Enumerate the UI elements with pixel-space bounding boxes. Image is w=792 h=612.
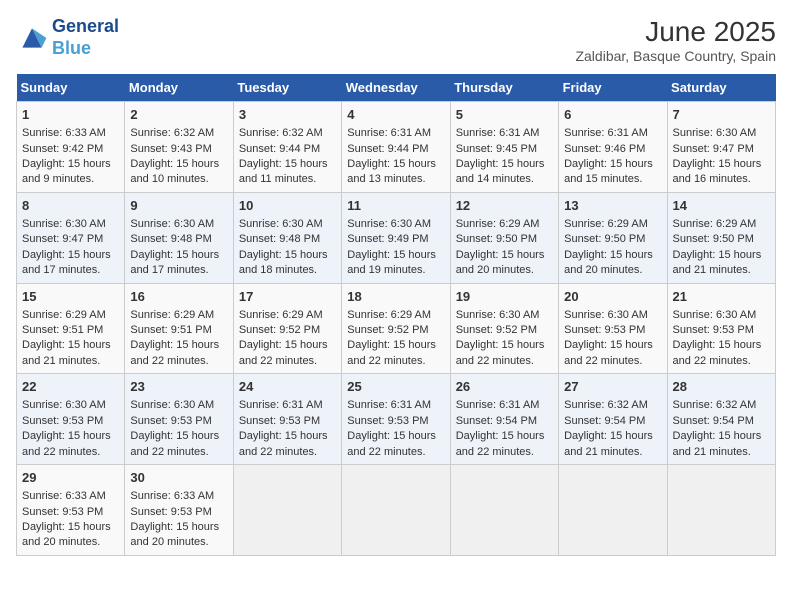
calendar-cell: 28Sunrise: 6:32 AMSunset: 9:54 PMDayligh… (667, 374, 775, 465)
calendar-cell: 1Sunrise: 6:33 AMSunset: 9:42 PMDaylight… (17, 102, 125, 193)
day-number: 13 (564, 197, 661, 215)
calendar-cell: 8Sunrise: 6:30 AMSunset: 9:47 PMDaylight… (17, 192, 125, 283)
calendar-cell: 19Sunrise: 6:30 AMSunset: 9:52 PMDayligh… (450, 283, 558, 374)
day-number: 7 (673, 106, 770, 124)
calendar-week-5: 29Sunrise: 6:33 AMSunset: 9:53 PMDayligh… (17, 465, 776, 556)
header-cell-sunday: Sunday (17, 74, 125, 102)
day-number: 19 (456, 288, 553, 306)
calendar-cell: 6Sunrise: 6:31 AMSunset: 9:46 PMDaylight… (559, 102, 667, 193)
header-cell-tuesday: Tuesday (233, 74, 341, 102)
day-number: 2 (130, 106, 227, 124)
calendar-cell: 30Sunrise: 6:33 AMSunset: 9:53 PMDayligh… (125, 465, 233, 556)
header-row: SundayMondayTuesdayWednesdayThursdayFrid… (17, 74, 776, 102)
calendar-week-1: 1Sunrise: 6:33 AMSunset: 9:42 PMDaylight… (17, 102, 776, 193)
calendar-cell: 7Sunrise: 6:30 AMSunset: 9:47 PMDaylight… (667, 102, 775, 193)
calendar-cell: 13Sunrise: 6:29 AMSunset: 9:50 PMDayligh… (559, 192, 667, 283)
header-cell-monday: Monday (125, 74, 233, 102)
day-number: 28 (673, 378, 770, 396)
calendar-table: SundayMondayTuesdayWednesdayThursdayFrid… (16, 74, 776, 556)
day-number: 27 (564, 378, 661, 396)
calendar-cell: 2Sunrise: 6:32 AMSunset: 9:43 PMDaylight… (125, 102, 233, 193)
subtitle: Zaldibar, Basque Country, Spain (575, 48, 776, 64)
day-number: 23 (130, 378, 227, 396)
calendar-cell (559, 465, 667, 556)
day-number: 14 (673, 197, 770, 215)
calendar-cell: 25Sunrise: 6:31 AMSunset: 9:53 PMDayligh… (342, 374, 450, 465)
day-number: 26 (456, 378, 553, 396)
day-number: 21 (673, 288, 770, 306)
calendar-cell: 18Sunrise: 6:29 AMSunset: 9:52 PMDayligh… (342, 283, 450, 374)
calendar-cell: 23Sunrise: 6:30 AMSunset: 9:53 PMDayligh… (125, 374, 233, 465)
day-number: 6 (564, 106, 661, 124)
calendar-cell: 15Sunrise: 6:29 AMSunset: 9:51 PMDayligh… (17, 283, 125, 374)
header-cell-friday: Friday (559, 74, 667, 102)
day-number: 10 (239, 197, 336, 215)
title-block: June 2025 Zaldibar, Basque Country, Spai… (575, 16, 776, 64)
calendar-cell: 27Sunrise: 6:32 AMSunset: 9:54 PMDayligh… (559, 374, 667, 465)
day-number: 9 (130, 197, 227, 215)
calendar-cell (450, 465, 558, 556)
day-number: 15 (22, 288, 119, 306)
calendar-cell: 4Sunrise: 6:31 AMSunset: 9:44 PMDaylight… (342, 102, 450, 193)
logo-icon (16, 22, 48, 54)
calendar-cell: 21Sunrise: 6:30 AMSunset: 9:53 PMDayligh… (667, 283, 775, 374)
day-number: 12 (456, 197, 553, 215)
calendar-cell: 12Sunrise: 6:29 AMSunset: 9:50 PMDayligh… (450, 192, 558, 283)
day-number: 11 (347, 197, 444, 215)
page-header: GeneralBlue June 2025 Zaldibar, Basque C… (16, 16, 776, 64)
calendar-cell: 20Sunrise: 6:30 AMSunset: 9:53 PMDayligh… (559, 283, 667, 374)
day-number: 25 (347, 378, 444, 396)
day-number: 3 (239, 106, 336, 124)
calendar-cell (342, 465, 450, 556)
calendar-cell: 29Sunrise: 6:33 AMSunset: 9:53 PMDayligh… (17, 465, 125, 556)
calendar-cell: 3Sunrise: 6:32 AMSunset: 9:44 PMDaylight… (233, 102, 341, 193)
header-cell-wednesday: Wednesday (342, 74, 450, 102)
calendar-week-3: 15Sunrise: 6:29 AMSunset: 9:51 PMDayligh… (17, 283, 776, 374)
header-cell-thursday: Thursday (450, 74, 558, 102)
logo: GeneralBlue (16, 16, 119, 59)
calendar-cell: 5Sunrise: 6:31 AMSunset: 9:45 PMDaylight… (450, 102, 558, 193)
day-number: 16 (130, 288, 227, 306)
day-number: 22 (22, 378, 119, 396)
day-number: 18 (347, 288, 444, 306)
day-number: 24 (239, 378, 336, 396)
calendar-cell: 9Sunrise: 6:30 AMSunset: 9:48 PMDaylight… (125, 192, 233, 283)
calendar-cell: 16Sunrise: 6:29 AMSunset: 9:51 PMDayligh… (125, 283, 233, 374)
calendar-cell (667, 465, 775, 556)
main-title: June 2025 (575, 16, 776, 48)
day-number: 1 (22, 106, 119, 124)
calendar-cell: 11Sunrise: 6:30 AMSunset: 9:49 PMDayligh… (342, 192, 450, 283)
calendar-cell: 24Sunrise: 6:31 AMSunset: 9:53 PMDayligh… (233, 374, 341, 465)
header-cell-saturday: Saturday (667, 74, 775, 102)
day-number: 17 (239, 288, 336, 306)
logo-text: GeneralBlue (52, 16, 119, 59)
calendar-cell: 22Sunrise: 6:30 AMSunset: 9:53 PMDayligh… (17, 374, 125, 465)
day-number: 5 (456, 106, 553, 124)
calendar-week-4: 22Sunrise: 6:30 AMSunset: 9:53 PMDayligh… (17, 374, 776, 465)
calendar-cell (233, 465, 341, 556)
calendar-cell: 26Sunrise: 6:31 AMSunset: 9:54 PMDayligh… (450, 374, 558, 465)
day-number: 8 (22, 197, 119, 215)
calendar-cell: 14Sunrise: 6:29 AMSunset: 9:50 PMDayligh… (667, 192, 775, 283)
day-number: 29 (22, 469, 119, 487)
calendar-body: 1Sunrise: 6:33 AMSunset: 9:42 PMDaylight… (17, 102, 776, 556)
day-number: 4 (347, 106, 444, 124)
calendar-cell: 10Sunrise: 6:30 AMSunset: 9:48 PMDayligh… (233, 192, 341, 283)
day-number: 30 (130, 469, 227, 487)
day-number: 20 (564, 288, 661, 306)
calendar-cell: 17Sunrise: 6:29 AMSunset: 9:52 PMDayligh… (233, 283, 341, 374)
calendar-week-2: 8Sunrise: 6:30 AMSunset: 9:47 PMDaylight… (17, 192, 776, 283)
calendar-header: SundayMondayTuesdayWednesdayThursdayFrid… (17, 74, 776, 102)
